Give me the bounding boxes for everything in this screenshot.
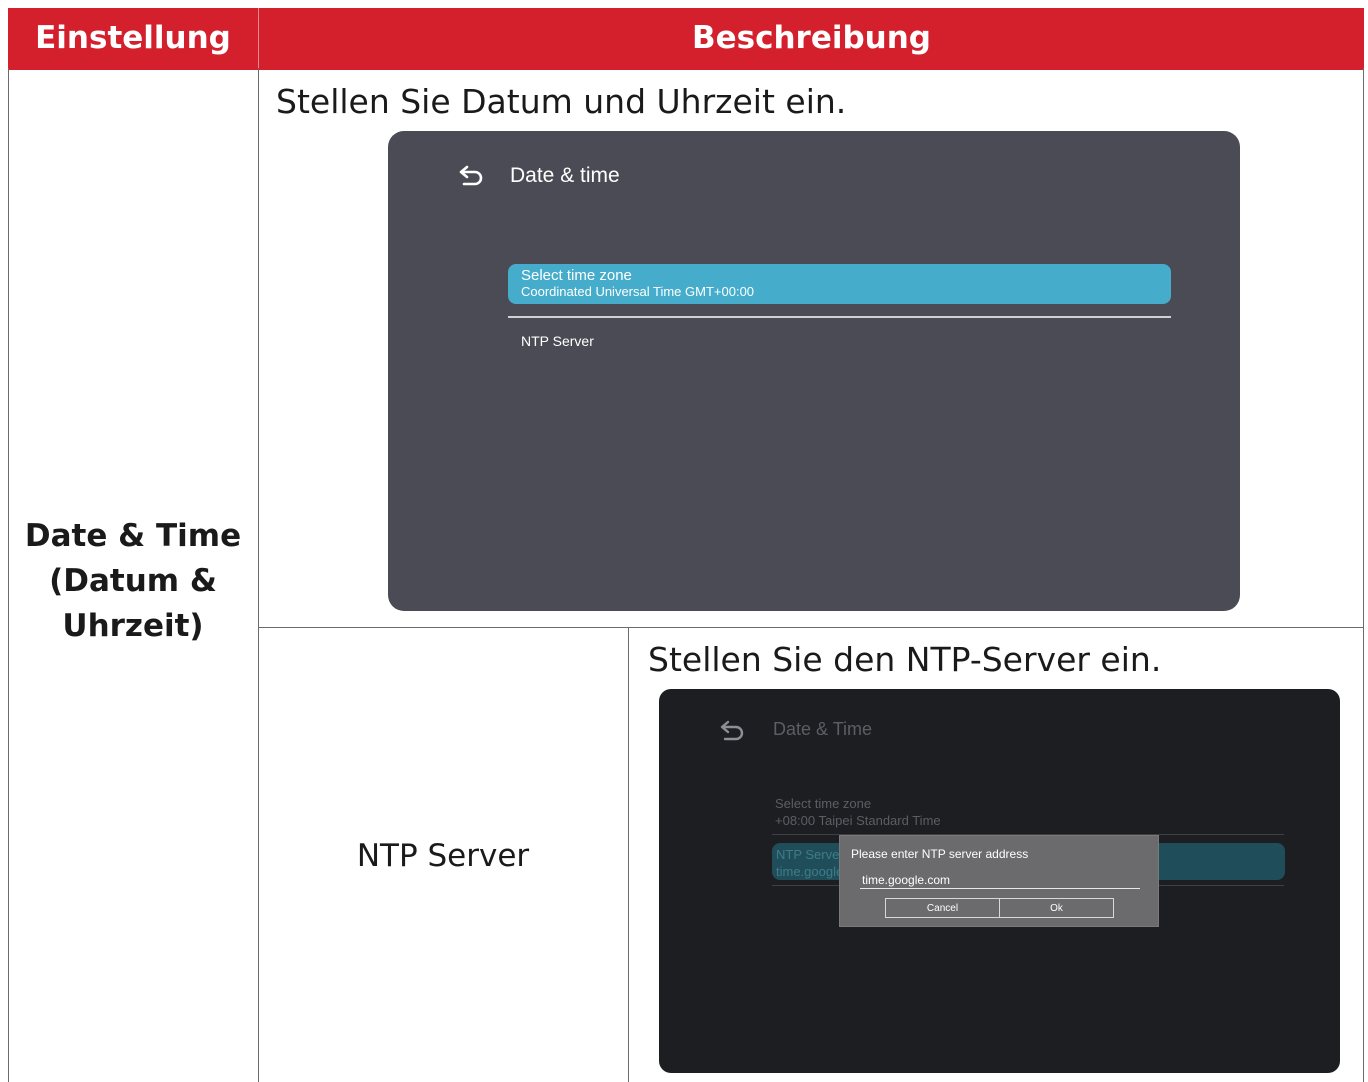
sub-column-divider	[628, 627, 629, 1082]
header-setting-label: Einstellung	[35, 20, 231, 56]
column-divider	[258, 68, 259, 1082]
ntp-address-input[interactable]	[860, 872, 1140, 889]
back-arrow-icon[interactable]	[456, 163, 486, 193]
sub-setting-name: NTP Server	[356, 838, 530, 874]
header-description: Beschreibung	[258, 8, 1364, 68]
ntp-server-item[interactable]: NTP Server	[521, 333, 594, 349]
time-zone-value: Coordinated Universal Time GMT+00:00	[521, 284, 755, 299]
ntp-address-dialog: Please enter NTP server address Cancel O…	[839, 835, 1159, 927]
header-description-label: Beschreibung	[691, 20, 931, 56]
table-right-border	[1363, 68, 1364, 1082]
sub-description-text: Stellen Sie den NTP-Server ein.	[648, 640, 1162, 679]
setting-name: Date & Time (Datum & Uhrzeit)	[8, 514, 258, 649]
select-time-zone-item[interactable]: Select time zone Coordinated Universal T…	[508, 264, 1171, 304]
divider	[508, 316, 1171, 318]
back-arrow-icon[interactable]	[717, 719, 747, 745]
time-zone-value: +08:00 Taipei Standard Time	[775, 813, 941, 828]
ntp-server-screenshot: Date & Time Select time zone +08:00 Taip…	[659, 689, 1340, 1073]
description-text: Stellen Sie Datum und Uhrzeit ein.	[276, 82, 847, 121]
row-divider	[258, 627, 1364, 628]
cancel-button[interactable]: Cancel	[885, 898, 1000, 918]
select-time-zone-item[interactable]: Select time zone +08:00 Taipei Standard …	[775, 795, 941, 829]
ok-button[interactable]: Ok	[999, 898, 1114, 918]
time-zone-label: Select time zone	[521, 267, 632, 284]
screen-title: Date & Time	[773, 719, 873, 739]
setting-name-text: Date & Time (Datum & Uhrzeit)	[24, 518, 242, 644]
header-setting: Einstellung	[8, 8, 258, 68]
time-zone-label: Select time zone	[775, 796, 872, 811]
dialog-prompt: Please enter NTP server address	[851, 847, 1029, 861]
screen-title: Date & time	[510, 164, 620, 187]
date-time-screenshot: Date & time Select time zone Coordinated…	[388, 131, 1240, 611]
header-divider	[8, 68, 1364, 70]
